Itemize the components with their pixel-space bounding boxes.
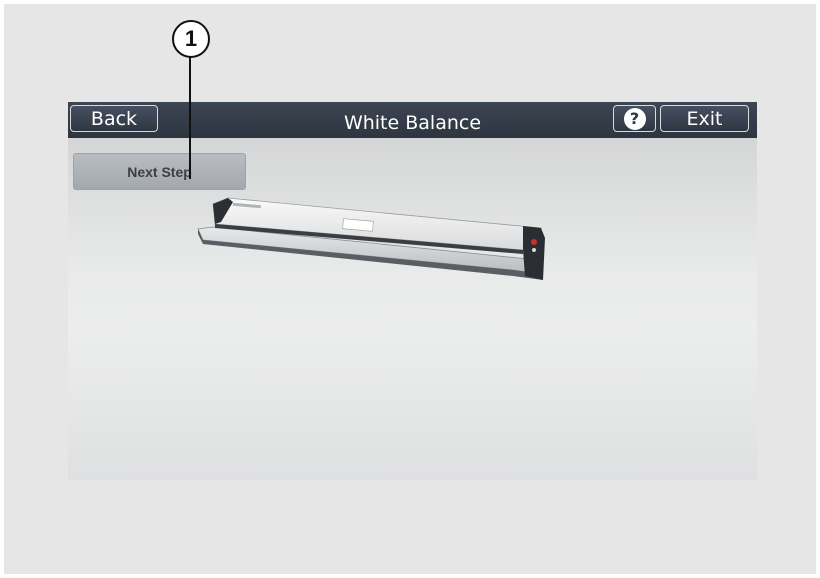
callout-leader-line	[189, 57, 191, 179]
callout-marker: 1	[172, 20, 210, 58]
help-icon: ?	[623, 107, 646, 130]
device-screen: White Balance Back ? Exit Next Step	[68, 102, 757, 480]
back-button[interactable]: Back	[70, 105, 158, 132]
scanner-image	[197, 197, 545, 280]
next-step-button[interactable]: Next Step	[73, 153, 246, 190]
help-button[interactable]: ?	[613, 105, 656, 132]
exit-button[interactable]: Exit	[660, 105, 749, 132]
title-bar: White Balance Back ? Exit	[68, 102, 757, 138]
callout-number: 1	[184, 26, 198, 51]
